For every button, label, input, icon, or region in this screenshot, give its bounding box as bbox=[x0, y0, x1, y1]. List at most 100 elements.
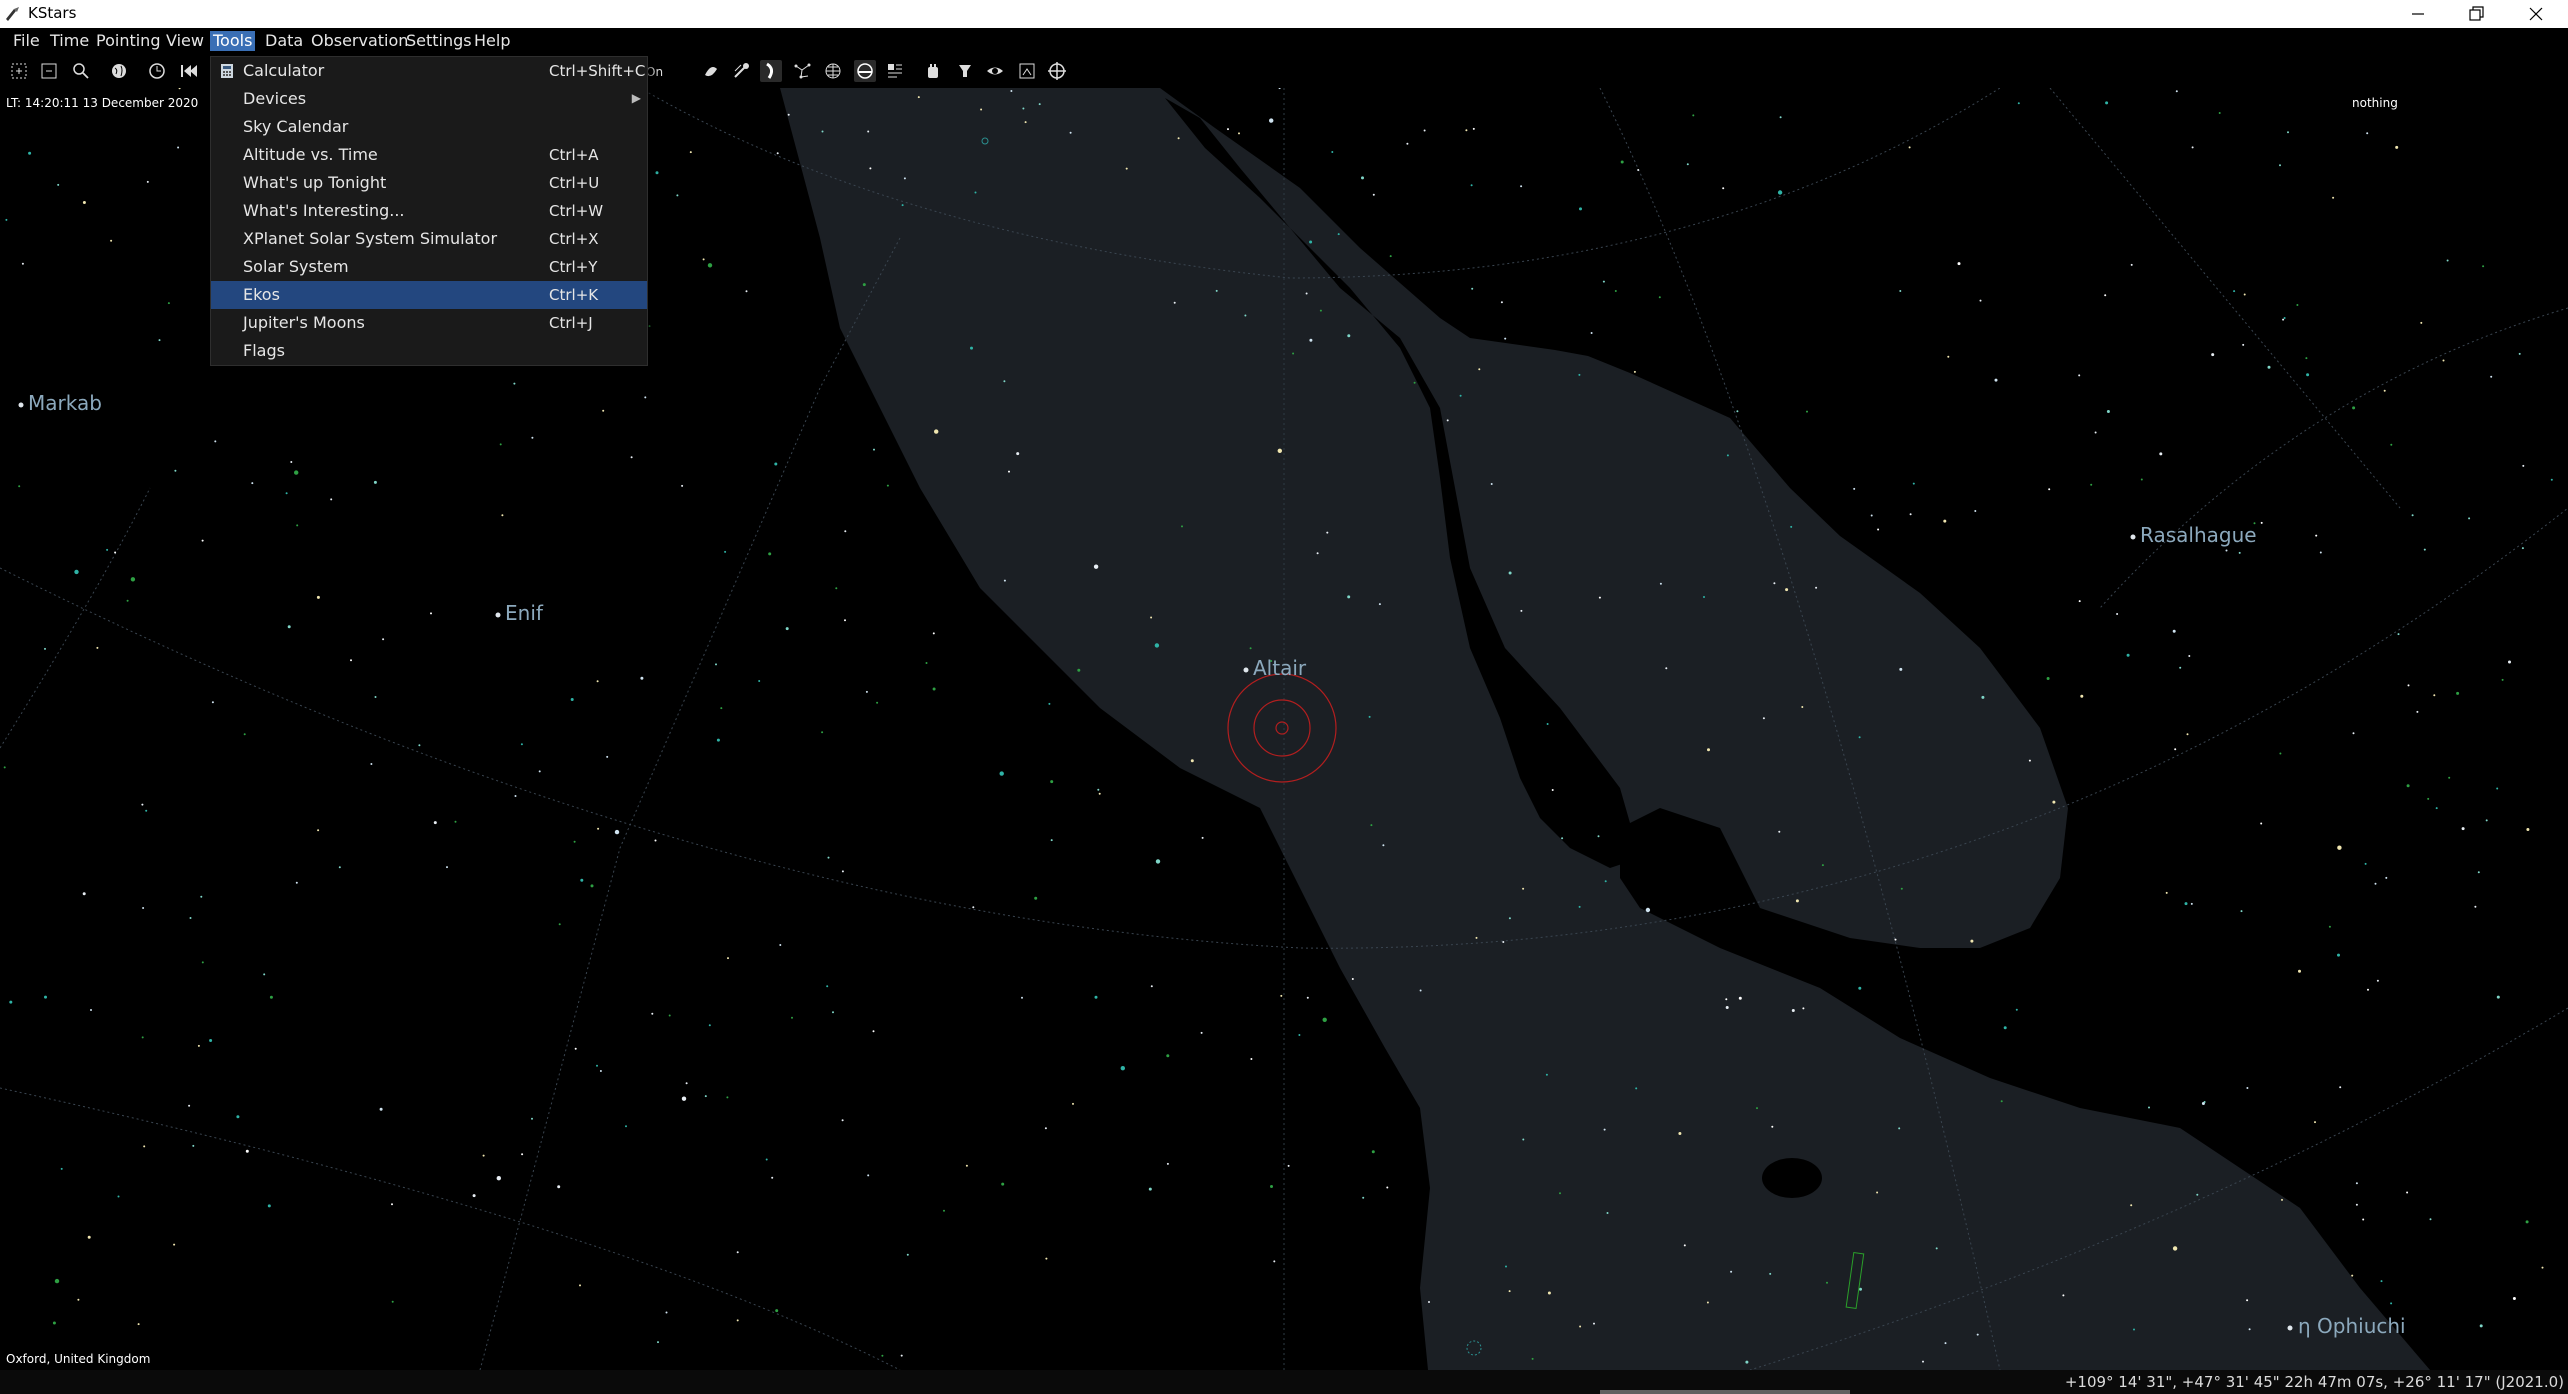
menu-item-altitude-vs-time[interactable]: Altitude vs. Time Ctrl+A bbox=[211, 141, 647, 169]
star bbox=[2130, 1204, 2133, 1207]
set-time-button[interactable] bbox=[146, 60, 168, 82]
star bbox=[82, 892, 86, 896]
menu-pointing[interactable]: Pointing bbox=[93, 31, 163, 51]
star-label-enif[interactable]: Enif bbox=[505, 601, 543, 625]
star bbox=[707, 263, 713, 268]
zoom-in-icon bbox=[11, 63, 27, 79]
star bbox=[501, 514, 504, 517]
star bbox=[287, 625, 291, 629]
star bbox=[21, 262, 24, 265]
toggle-deep-sky-button[interactable] bbox=[700, 60, 722, 82]
star bbox=[2015, 1008, 2018, 1011]
menu-help[interactable]: Help bbox=[471, 31, 513, 51]
star bbox=[1292, 352, 1295, 355]
star bbox=[201, 961, 204, 964]
toggle-milky-way-button[interactable] bbox=[760, 60, 782, 82]
menu-item-sky-calendar[interactable]: Sky Calendar bbox=[211, 113, 647, 141]
star-label-markab[interactable]: Markab bbox=[28, 391, 102, 415]
star bbox=[1331, 151, 1334, 153]
star bbox=[1347, 334, 1351, 338]
step-back-button[interactable] bbox=[178, 60, 200, 82]
menu-tools[interactable]: Tools bbox=[210, 31, 256, 51]
star bbox=[1785, 588, 1789, 592]
star bbox=[2240, 910, 2243, 913]
close-button[interactable] bbox=[2506, 0, 2566, 28]
zoom-out-button[interactable] bbox=[38, 60, 60, 82]
menu-data[interactable]: Data bbox=[262, 31, 306, 51]
star bbox=[1326, 531, 1329, 534]
horizontal-scrollbar[interactable] bbox=[1600, 1390, 1850, 1394]
menu-item-flags[interactable]: Flags bbox=[211, 337, 647, 365]
star bbox=[1620, 160, 1624, 164]
menu-item-jupiters-moons[interactable]: Jupiter's Moons Ctrl+J bbox=[211, 309, 647, 337]
star-label-eta-ophiuchi[interactable]: η Ophiuchi bbox=[2298, 1314, 2406, 1338]
toggle-satellites-button[interactable] bbox=[922, 60, 944, 82]
star bbox=[137, 1323, 140, 1326]
star bbox=[1665, 667, 1668, 670]
star bbox=[2352, 732, 2355, 735]
star bbox=[374, 696, 377, 698]
star bbox=[350, 659, 352, 662]
find-object-button[interactable] bbox=[70, 60, 92, 82]
menu-item-xplanet[interactable]: XPlanet Solar System Simulator Ctrl+X bbox=[211, 225, 647, 253]
menu-item-ekos[interactable]: Ekos Ctrl+K bbox=[211, 281, 647, 309]
skip-back-icon bbox=[181, 65, 197, 77]
star bbox=[9, 1000, 13, 1004]
toggle-ekos-button[interactable] bbox=[1046, 60, 1068, 82]
star-label-altair[interactable]: Altair bbox=[1253, 656, 1306, 680]
toggle-horizon-button[interactable] bbox=[854, 60, 876, 82]
set-location-button[interactable] bbox=[108, 60, 130, 82]
star bbox=[267, 1204, 271, 1208]
star bbox=[1821, 864, 1824, 867]
star bbox=[1815, 586, 1818, 589]
toggle-fov-button[interactable] bbox=[884, 60, 906, 82]
star bbox=[1045, 1257, 1048, 1260]
menu-settings[interactable]: Settings bbox=[403, 31, 475, 51]
star bbox=[736, 1251, 739, 1254]
menu-file[interactable]: File bbox=[10, 31, 43, 51]
menu-item-solar-system[interactable]: Solar System Ctrl+Y bbox=[211, 253, 647, 281]
star bbox=[1970, 939, 1974, 943]
zoom-in-button[interactable] bbox=[8, 60, 30, 82]
star bbox=[2003, 1026, 2007, 1030]
star bbox=[1022, 107, 1025, 110]
toggle-planets-button[interactable] bbox=[730, 60, 752, 82]
minimize-button[interactable] bbox=[2388, 0, 2448, 28]
menu-item-whats-up-tonight[interactable]: What's up Tonight Ctrl+U bbox=[211, 169, 647, 197]
star bbox=[1790, 525, 1793, 528]
menu-item-whats-interesting[interactable]: What's Interesting... Ctrl+W bbox=[211, 197, 647, 225]
restore-button[interactable] bbox=[2446, 0, 2506, 28]
star bbox=[1725, 998, 1728, 1001]
star bbox=[1707, 748, 1710, 752]
star bbox=[1806, 410, 1808, 413]
menu-time[interactable]: Time bbox=[47, 31, 92, 51]
sky-location-readout: Oxford, United Kingdom bbox=[6, 1352, 151, 1366]
star-label-rasalhague[interactable]: Rasalhague bbox=[2140, 523, 2257, 547]
search-icon bbox=[73, 63, 89, 79]
star bbox=[715, 663, 717, 666]
star bbox=[972, 906, 975, 909]
menu-view[interactable]: View bbox=[163, 31, 207, 51]
toggle-supernovae-button[interactable] bbox=[954, 60, 976, 82]
star bbox=[2279, 752, 2282, 755]
toggle-observing-button[interactable] bbox=[984, 60, 1006, 82]
star bbox=[209, 1039, 213, 1042]
star bbox=[2298, 969, 2301, 973]
menu-item-devices[interactable]: Devices ▶ bbox=[211, 85, 647, 113]
menu-item-calculator[interactable]: Calculator Ctrl+Shift+C bbox=[211, 57, 647, 85]
toggle-image-overlay-button[interactable] bbox=[1016, 60, 1038, 82]
toggle-grid-button[interactable] bbox=[822, 60, 844, 82]
star bbox=[2282, 318, 2285, 321]
star bbox=[2225, 549, 2228, 552]
star bbox=[821, 130, 824, 133]
star bbox=[867, 130, 870, 133]
star bbox=[1008, 470, 1010, 473]
star bbox=[167, 302, 170, 305]
star bbox=[2435, 807, 2438, 810]
star bbox=[1249, 647, 1252, 650]
star bbox=[630, 456, 633, 459]
star bbox=[2522, 464, 2525, 467]
menu-observation[interactable]: Observation bbox=[308, 31, 411, 51]
star bbox=[1428, 1301, 1430, 1303]
toggle-constellation-lines-button[interactable] bbox=[792, 60, 814, 82]
